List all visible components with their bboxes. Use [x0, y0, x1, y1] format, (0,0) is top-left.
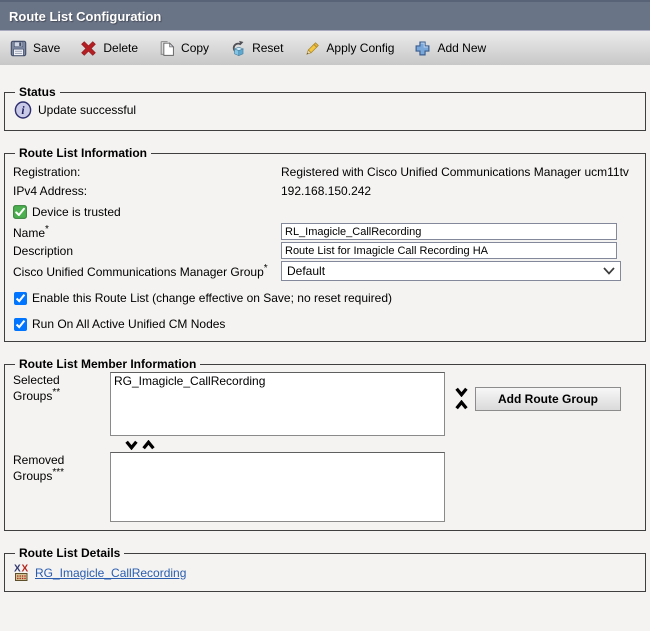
- enable-route-list-label: Enable this Route List (change effective…: [32, 291, 392, 305]
- cm-group-select[interactable]: Default: [281, 261, 621, 281]
- svg-text:X: X: [14, 564, 21, 575]
- toolbar: Save Delete Copy: [0, 30, 650, 65]
- route-group-link[interactable]: RG_Imagicle_CallRecording: [35, 566, 186, 580]
- selected-groups-row: Selected Groups** RG_Imagicle_CallRecord…: [13, 372, 637, 436]
- cm-group-label: Cisco Unified Communications Manager Gro…: [13, 263, 281, 279]
- ipv4-row: IPv4 Address: 192.168.150.242: [13, 182, 637, 199]
- route-list-information-section: Route List Information Registration: Reg…: [4, 146, 646, 342]
- cm-group-selected-value: Default: [287, 264, 325, 278]
- ipv4-value: 192.168.150.242: [281, 184, 371, 198]
- page-content: Status i Update successful Route List In…: [0, 65, 650, 592]
- chevron-down-icon: [603, 267, 615, 275]
- copy-button[interactable]: Copy: [158, 40, 209, 57]
- move-to-removed-icon[interactable]: [125, 440, 138, 450]
- apply-config-button[interactable]: Apply Config: [303, 40, 394, 57]
- toolbar-button-label: Reset: [252, 41, 283, 55]
- route-list-member-information-legend: Route List Member Information: [15, 357, 200, 371]
- page-title: Route List Configuration: [9, 9, 161, 24]
- route-list-details-legend: Route List Details: [15, 546, 124, 560]
- status-legend: Status: [15, 85, 60, 99]
- status-message: Update successful: [38, 103, 136, 117]
- svg-text:X: X: [22, 564, 29, 575]
- cm-group-row: Cisco Unified Communications Manager Gro…: [13, 261, 637, 281]
- enable-route-list-row: Enable this Route List (change effective…: [14, 291, 637, 305]
- required-asterisk: *: [264, 263, 268, 274]
- page-title-bar: Route List Configuration: [0, 0, 650, 30]
- removed-groups-label: Removed Groups***: [13, 452, 110, 483]
- description-input[interactable]: [281, 242, 617, 259]
- reset-icon: [229, 40, 246, 57]
- status-section: Status i Update successful: [4, 85, 646, 131]
- route-group-icon: X X: [14, 563, 30, 582]
- reset-button[interactable]: Reset: [229, 40, 283, 57]
- device-trusted-label: Device is trusted: [32, 205, 121, 219]
- copy-icon: [158, 40, 175, 57]
- route-list-information-legend: Route List Information: [15, 146, 151, 160]
- name-label: Name*: [13, 224, 281, 240]
- required-asterisk: *: [45, 224, 49, 235]
- selected-groups-label: Selected Groups**: [13, 372, 110, 403]
- route-list-member-information-section: Route List Member Information Selected G…: [4, 357, 646, 531]
- selected-groups-listbox[interactable]: RG_Imagicle_CallRecording: [110, 372, 445, 436]
- removed-groups-row: Removed Groups***: [13, 452, 637, 522]
- delete-icon: [80, 40, 97, 57]
- name-input[interactable]: [281, 223, 617, 240]
- status-message-row: i Update successful: [13, 100, 637, 122]
- info-icon: i: [14, 101, 32, 119]
- run-all-nodes-row: Run On All Active Unified CM Nodes: [14, 317, 637, 331]
- enable-route-list-checkbox[interactable]: [14, 292, 27, 305]
- apply-config-icon: [303, 40, 320, 57]
- run-all-nodes-checkbox[interactable]: [14, 318, 27, 331]
- registration-label: Registration:: [13, 165, 281, 179]
- toolbar-button-label: Apply Config: [326, 41, 394, 55]
- registration-value: Registered with Cisco Unified Communicat…: [281, 165, 629, 179]
- add-new-icon: [414, 40, 431, 57]
- required-asterisk: **: [52, 387, 60, 398]
- delete-button[interactable]: Delete: [80, 40, 138, 57]
- required-asterisk: ***: [52, 467, 64, 478]
- registration-row: Registration: Registered with Cisco Unif…: [13, 163, 637, 180]
- removed-groups-listbox[interactable]: [110, 452, 445, 522]
- name-row: Name*: [13, 223, 637, 240]
- description-row: Description: [13, 242, 637, 259]
- reorder-arrows: [455, 387, 468, 410]
- route-list-details-section: Route List Details X X RG_Imagicle_CallR…: [4, 546, 646, 592]
- save-icon: [10, 40, 27, 57]
- description-label: Description: [13, 244, 281, 258]
- transfer-arrows: [125, 440, 637, 450]
- device-trusted-row: Device is trusted: [13, 205, 637, 219]
- run-all-nodes-label: Run On All Active Unified CM Nodes: [32, 317, 225, 331]
- move-up-icon[interactable]: [455, 400, 468, 410]
- add-new-button[interactable]: Add New: [414, 40, 486, 57]
- save-button[interactable]: Save: [10, 40, 60, 57]
- toolbar-button-label: Delete: [103, 41, 138, 55]
- add-route-group-button[interactable]: Add Route Group: [475, 387, 621, 411]
- toolbar-button-label: Save: [33, 41, 60, 55]
- move-to-selected-icon[interactable]: [142, 440, 155, 450]
- route-group-detail-row: X X RG_Imagicle_CallRecording: [13, 561, 637, 583]
- device-trusted-icon: [13, 205, 27, 219]
- ipv4-label: IPv4 Address:: [13, 184, 281, 198]
- toolbar-button-label: Copy: [181, 41, 209, 55]
- move-down-icon[interactable]: [455, 387, 468, 397]
- list-item[interactable]: RG_Imagicle_CallRecording: [114, 374, 441, 389]
- toolbar-button-label: Add New: [437, 41, 486, 55]
